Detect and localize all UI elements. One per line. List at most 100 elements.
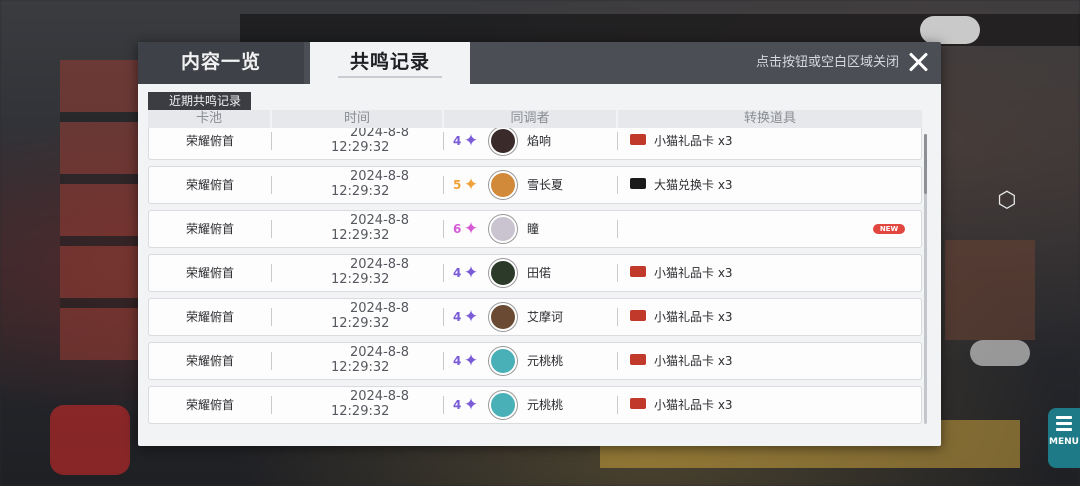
table-row[interactable]: 荣耀俯首 2024-8-8 12:29:32 4 ✦ 艾摩诃 小猫礼品卡 x3 — [148, 298, 922, 336]
resonance-record-dialog: 内容一览 共鸣记录 点击按钮或空白区域关闭 近期共鸣记录 卡池 时间 同调者 转… — [138, 42, 941, 446]
column-header-character: 同调者 — [444, 110, 616, 128]
column-divider — [271, 264, 272, 282]
column-header-item: 转换道具 — [618, 110, 922, 128]
cell-character-name: 田偌 — [527, 266, 552, 280]
cell-item: 小猫礼品卡 x3 — [654, 266, 733, 280]
column-divider — [617, 396, 618, 414]
close-hint: 点击按钮或空白区域关闭 — [755, 55, 899, 70]
table-row[interactable]: 荣耀俯首 2024-8-8 12:29:32 4 ✦ 田偌 小猫礼品卡 x3 — [148, 254, 922, 292]
section-label: 近期共鸣记录 — [148, 92, 252, 110]
cell-character-name: 焰响 — [527, 134, 552, 148]
share-icon[interactable]: ⬡ — [994, 188, 1020, 214]
column-divider — [617, 220, 618, 238]
cell-clock: 12:29:32 — [331, 228, 390, 243]
dialog-header: 内容一览 共鸣记录 点击按钮或空白区域关闭 — [138, 42, 941, 84]
cell-item: 小猫礼品卡 x3 — [654, 134, 733, 148]
menu-button[interactable]: MENU — [1048, 408, 1080, 468]
cell-date: 2024-8-8 — [349, 345, 409, 360]
cell-date: 2024-8-8 — [349, 389, 409, 404]
column-divider — [443, 352, 444, 370]
avatar-yuantaotao-icon — [489, 391, 517, 419]
record-list[interactable]: 荣耀俯首 2024-8-8 12:29:32 4 ✦ 焰响 小猫礼品卡 x3 荣耀俯首 2024… — [148, 128, 924, 428]
close-icon[interactable] — [905, 49, 931, 75]
red-gift-card-icon — [630, 354, 646, 365]
menu-label: MENU — [1049, 437, 1079, 447]
cell-character-name: 元桃桃 — [527, 354, 564, 368]
avatar-aimohe-icon — [489, 303, 517, 331]
cell-date: 2024-8-8 — [349, 257, 409, 272]
rarity-number: 4 — [453, 354, 462, 368]
rarity-number: 6 — [453, 222, 462, 236]
menu-icon — [1056, 416, 1072, 431]
red-gift-card-icon — [630, 266, 646, 277]
tab-content-overview[interactable]: 内容一览 — [138, 42, 304, 84]
background-details-button — [970, 340, 1030, 366]
cell-time: 2024-8-8 12:29:32 — [277, 128, 417, 155]
cell-character-name: 雪长夏 — [527, 178, 564, 192]
cell-character-name: 元桃桃 — [527, 398, 564, 412]
red-gift-card-icon — [630, 134, 646, 145]
column-divider — [271, 220, 272, 238]
red-gift-card-icon — [630, 310, 646, 321]
background-banner-art — [945, 240, 1035, 340]
avatar-yuantaotao-icon — [489, 347, 517, 375]
cell-date: 2024-8-8 — [349, 169, 409, 184]
table-row[interactable]: 荣耀俯首 2024-8-8 12:29:32 6 ✦ 瞳 NEW — [148, 210, 922, 248]
tab-resonance-records[interactable]: 共鸣记录 — [310, 42, 470, 84]
background-pill-button — [920, 16, 980, 44]
rarity-star-icon: ✦ — [463, 219, 479, 239]
rarity-star-icon: ✦ — [463, 263, 479, 283]
rarity-star-icon: ✦ — [463, 307, 479, 327]
cell-date: 2024-8-8 — [349, 301, 409, 316]
rarity-number: 5 — [453, 178, 462, 192]
column-divider — [271, 132, 272, 150]
cell-item: 小猫礼品卡 x3 — [654, 354, 733, 368]
cell-time: 2024-8-8 12:29:32 — [277, 389, 417, 419]
column-header-pool: 卡池 — [148, 110, 270, 128]
column-divider — [443, 308, 444, 326]
cell-pool: 荣耀俯首 — [185, 134, 234, 148]
table-row[interactable]: 荣耀俯首 2024-8-8 12:29:32 4 ✦ 元桃桃 小猫礼品卡 x3 — [148, 342, 922, 380]
cell-pool: 荣耀俯首 — [185, 178, 234, 192]
column-divider — [617, 352, 618, 370]
cell-time: 2024-8-8 12:29:32 — [277, 213, 417, 243]
cell-item: 小猫礼品卡 x3 — [654, 310, 733, 324]
rarity-star-icon: ✦ — [463, 131, 479, 151]
background-banner-list — [60, 60, 140, 360]
scrollbar[interactable] — [924, 134, 927, 424]
rarity-number: 4 — [453, 310, 462, 324]
rarity-star-icon: ✦ — [463, 351, 479, 371]
cell-clock: 12:29:32 — [331, 184, 390, 199]
cell-date: 2024-8-8 — [349, 128, 409, 140]
table-row[interactable]: 荣耀俯首 2024-8-8 12:29:32 5 ✦ 雪长夏 大猫兑换卡 x3 — [148, 166, 922, 204]
cell-item: 大猫兑换卡 x3 — [654, 178, 733, 192]
column-divider — [443, 132, 444, 150]
avatar-yanxiang-icon — [489, 128, 517, 155]
cell-pool: 荣耀俯首 — [185, 266, 234, 280]
avatar-tianruo-icon — [489, 259, 517, 287]
cell-character-name: 瞳 — [527, 222, 540, 236]
scrollbar-thumb[interactable] — [924, 134, 927, 194]
table-row[interactable]: 荣耀俯首 2024-8-8 12:29:32 4 ✦ 焰响 小猫礼品卡 x3 — [148, 128, 922, 160]
column-divider — [271, 396, 272, 414]
column-divider — [443, 176, 444, 194]
cell-clock: 12:29:32 — [331, 316, 390, 331]
cell-time: 2024-8-8 12:29:32 — [277, 345, 417, 375]
column-divider — [617, 132, 618, 150]
rarity-number: 4 — [453, 134, 462, 148]
rarity-number: 4 — [453, 398, 462, 412]
cell-pool: 荣耀俯首 — [185, 310, 234, 324]
column-divider — [617, 176, 618, 194]
column-divider — [617, 264, 618, 282]
column-divider — [271, 352, 272, 370]
column-divider — [617, 308, 618, 326]
table-row[interactable]: 荣耀俯首 2024-8-8 12:29:32 4 ✦ 元桃桃 小猫礼品卡 x3 — [148, 386, 922, 424]
cell-time: 2024-8-8 12:29:32 — [277, 257, 417, 287]
column-divider — [443, 396, 444, 414]
table-header: 卡池 时间 同调者 转换道具 — [148, 110, 922, 128]
cell-pool: 荣耀俯首 — [185, 222, 234, 236]
rarity-star-icon: ✦ — [463, 395, 479, 415]
cell-character-name: 艾摩诃 — [527, 310, 564, 324]
column-divider — [443, 264, 444, 282]
gold-exchange-card-icon — [630, 178, 646, 189]
